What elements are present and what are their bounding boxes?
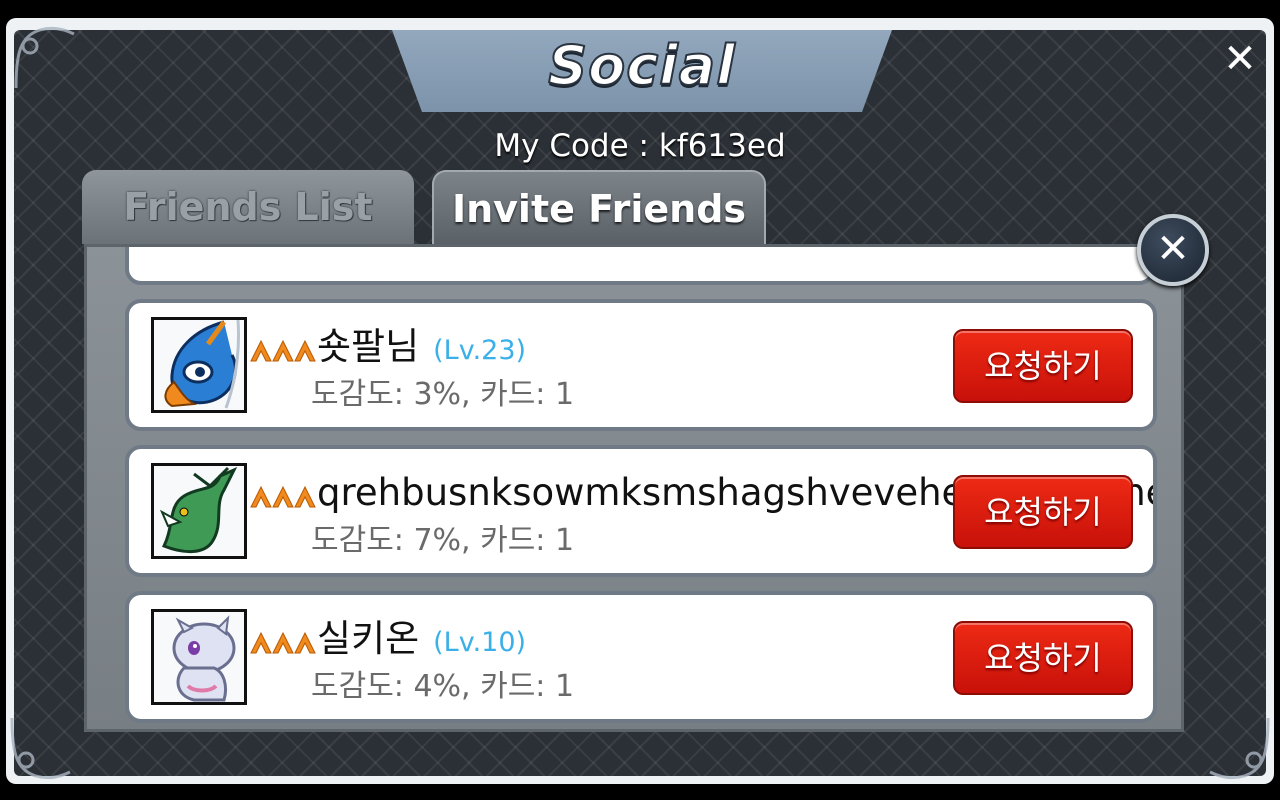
friend-level: (Lv.10) (433, 627, 527, 658)
ornament-corner-icon (10, 717, 71, 780)
friend-name: 숏팔님 (317, 325, 420, 368)
request-button[interactable]: 요청하기 (953, 621, 1133, 695)
close-list-icon[interactable]: ✕ (1137, 214, 1209, 286)
request-button[interactable]: 요청하기 (953, 475, 1133, 549)
my-code-label: My Code : kf613ed (494, 128, 786, 164)
green-serpent-dragon-icon (151, 463, 247, 559)
close-icon[interactable]: ✕ (1212, 36, 1268, 82)
list-item: qrehbusnksowmksmshagshveveheneheshehe 도감… (125, 445, 1157, 577)
list-item: 실키온 (Lv.10) 도감도: 4%, 카드: 1 요청하기 (125, 591, 1157, 723)
ornament-corner-icon (14, 26, 75, 89)
tab-invite-friends[interactable]: Invite Friends (432, 170, 766, 244)
friend-list[interactable]: 숏팔님 (Lv.23) 도감도: 3%, 카드: 1 요청하기 qrehbusnk… (84, 244, 1184, 732)
friend-stats: 도감도: 3%, 카드: 1 (311, 377, 575, 412)
ornament-corner-icon (1209, 717, 1270, 780)
blue-dragon-monster-icon (151, 317, 247, 413)
list-item: 숏팔님 (Lv.23) 도감도: 3%, 카드: 1 요청하기 (125, 299, 1157, 431)
rank-chevrons-icon (250, 631, 316, 654)
friend-level: (Lv.23) (433, 335, 527, 366)
rank-chevrons-icon (250, 339, 316, 362)
rank-chevrons-icon (250, 485, 316, 508)
friend-stats: 도감도: 4%, 카드: 1 (311, 669, 575, 704)
friend-name: 실키온 (317, 617, 420, 660)
white-purple-creature-icon (151, 609, 247, 705)
page-title: Social (547, 33, 736, 98)
friend-stats: 도감도: 7%, 카드: 1 (311, 523, 575, 558)
request-button[interactable]: 요청하기 (953, 329, 1133, 403)
tab-friends-list[interactable]: Friends List (82, 170, 414, 244)
list-item-partial (125, 247, 1155, 285)
